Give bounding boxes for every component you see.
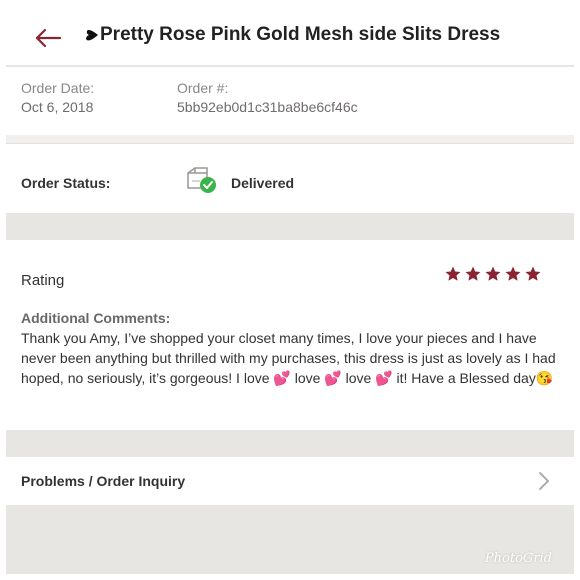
package-delivered-icon (186, 166, 218, 194)
section-divider (6, 135, 574, 143)
back-button[interactable] (30, 20, 66, 56)
order-status-section: Order Status: Delivered (6, 143, 574, 213)
chevron-right-icon (536, 469, 552, 493)
back-arrow-icon (35, 28, 62, 48)
page-title: Pretty Rose Pink Gold Mesh side Slits Dr… (86, 24, 500, 48)
order-number-label: Order #: (177, 80, 229, 96)
star-icon (465, 266, 481, 281)
photogrid-watermark: PhotoGrid (484, 551, 552, 566)
additional-comments-text: Thank you Amy, I’ve shopped your closet … (21, 330, 556, 386)
order-date-label: Order Date: (21, 80, 95, 96)
problems-order-inquiry-row[interactable]: Problems / Order Inquiry (6, 457, 574, 505)
order-details-screen: Pretty Rose Pink Gold Mesh side Slits Dr… (6, 6, 574, 574)
page-title-text: Pretty Rose Pink Gold Mesh side Slits Dr… (100, 24, 501, 45)
order-date-value: Oct 6, 2018 (21, 99, 94, 115)
star-icon (525, 266, 541, 281)
header-bar: Pretty Rose Pink Gold Mesh side Slits Dr… (6, 6, 574, 66)
star-icon (505, 266, 521, 281)
rating-label: Rating (21, 272, 65, 289)
additional-comments-label: Additional Comments: (21, 310, 171, 326)
order-number-value: 5bb92eb0d1c31ba8be6cf46c (177, 99, 358, 115)
problems-order-inquiry-label: Problems / Order Inquiry (21, 473, 186, 489)
order-status-value: Delivered (231, 175, 295, 191)
star-rating (444, 265, 542, 285)
rating-section: Rating Additional Comments: Thank you Am… (6, 240, 574, 430)
star-icon (485, 266, 501, 281)
heart-icon (86, 26, 98, 48)
order-info-section: Order Date: Oct 6, 2018 Order #: 5bb92eb… (6, 67, 574, 135)
order-status-label: Order Status: (21, 175, 111, 191)
star-icon (445, 266, 461, 281)
